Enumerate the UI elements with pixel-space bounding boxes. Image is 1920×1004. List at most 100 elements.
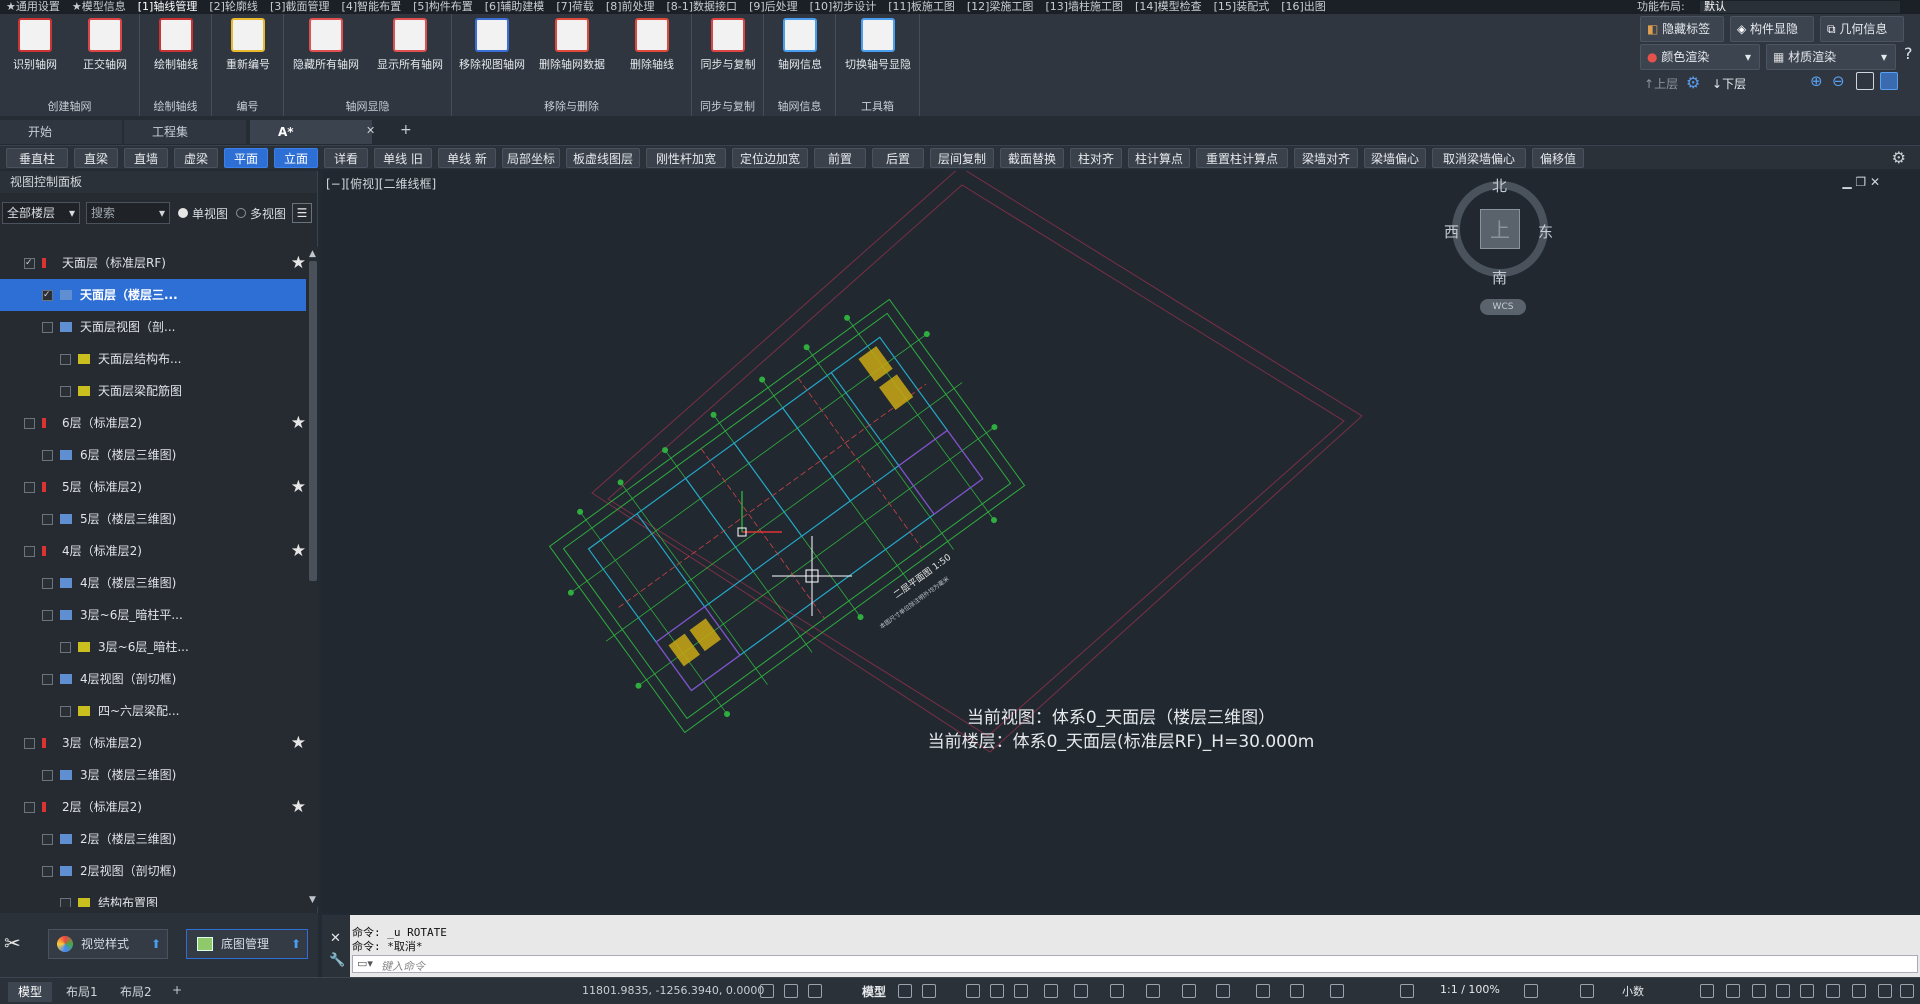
tree-item[interactable]: 6层（楼层三维图) [0, 439, 306, 471]
status-toggle-icon[interactable] [1044, 984, 1058, 998]
settings-gear-icon[interactable]: ⚙ [1686, 73, 1706, 93]
compass-west[interactable]: 西 [1444, 221, 1459, 242]
base-map-button[interactable]: 底图管理 ⬆ [186, 929, 308, 959]
toolbar-button[interactable]: 梁墙对齐 [1294, 148, 1358, 168]
tree-checkbox[interactable] [42, 450, 53, 461]
tree-item[interactable]: 5层（标准层2) ★ [0, 471, 306, 503]
zoom-out-icon[interactable]: ⊖ [1832, 72, 1850, 90]
tree-checkbox[interactable] [42, 866, 53, 877]
toolbar-button[interactable]: 垂直柱 [6, 148, 68, 168]
menu-item[interactable]: [4]智能布置 [336, 0, 408, 14]
menu-item[interactable]: [1]轴线管理 [132, 0, 204, 14]
toolbar-button[interactable]: 详看 [324, 148, 368, 168]
toolbar-button[interactable]: 层间复制 [930, 148, 994, 168]
wcs-button[interactable]: WCS [1480, 299, 1526, 315]
star-icon[interactable]: ★ [291, 791, 306, 823]
tree-checkbox[interactable] [24, 418, 35, 429]
tree-checkbox[interactable] [24, 546, 35, 557]
tree-item[interactable]: 天面层梁配筋图 [0, 375, 306, 407]
toolbar-button[interactable]: 板虚线图层 [566, 148, 640, 168]
upper-floor-button[interactable]: ↑上层 [1644, 74, 1684, 94]
tree-item[interactable]: 天面层视图（剖... [0, 311, 306, 343]
tree-item[interactable]: ✓ 天面层（标准层RF) ★ [0, 247, 306, 279]
menu-item[interactable]: ★模型信息 [66, 0, 132, 14]
status-toggle-icon[interactable] [1290, 984, 1304, 998]
status-toggle-icon[interactable] [1900, 984, 1914, 998]
ribbon-button[interactable]: 绘制轴线 [140, 18, 212, 72]
compass-south[interactable]: 南 [1492, 267, 1507, 288]
toolbar-button[interactable]: 偏移值 [1532, 148, 1584, 168]
status-toggle-icon[interactable] [1182, 984, 1196, 998]
tree-item[interactable]: 4层视图（剖切框) [0, 663, 306, 695]
status-toggle-icon[interactable] [1700, 984, 1714, 998]
hide-label-button[interactable]: ◧ 隐藏标签 [1640, 16, 1724, 42]
toolbar-button[interactable]: 前置 [814, 148, 866, 168]
tree-checkbox[interactable] [24, 802, 35, 813]
tree-item[interactable]: 2层（标准层2) ★ [0, 791, 306, 823]
status-toggle-icon[interactable] [1800, 984, 1814, 998]
annotation-scale[interactable]: 1:1 / 100% [1440, 983, 1500, 996]
compass-north[interactable]: 北 [1492, 175, 1507, 196]
star-icon[interactable]: ★ [291, 471, 306, 503]
add-tab-icon[interactable]: + [400, 122, 412, 138]
tree-item[interactable]: 结构布置图 [0, 887, 306, 907]
toolbar-button[interactable]: 定位边加宽 [732, 148, 808, 168]
ribbon-button[interactable]: 轴网信息 [764, 18, 836, 72]
document-tab[interactable]: 开始 [0, 120, 122, 144]
ribbon-button[interactable]: 删除轴网数据 [532, 18, 612, 72]
status-toggle-icon[interactable] [1726, 984, 1740, 998]
menu-item[interactable]: [9]后处理 [743, 0, 804, 14]
color-render-dropdown[interactable]: ● 颜色渲染 ▾ [1640, 44, 1760, 70]
view-cube-top[interactable]: 上 [1480, 209, 1520, 249]
ribbon-button[interactable]: 显示所有轴网 [368, 18, 452, 72]
menu-item[interactable]: [11]板施工图 [882, 0, 961, 14]
tree-checkbox[interactable] [60, 706, 71, 717]
status-toggle-icon[interactable] [760, 984, 774, 998]
status-toggle-icon[interactable] [1852, 984, 1866, 998]
component-visibility-button[interactable]: ◈ 构件显隐 [1730, 16, 1814, 42]
toolbar-settings-icon[interactable]: ⚙ [1892, 148, 1906, 167]
tree-checkbox[interactable] [42, 514, 53, 525]
status-toggle-icon[interactable] [1146, 984, 1160, 998]
toolbar-button[interactable]: 截面替换 [1000, 148, 1064, 168]
tree-checkbox[interactable] [24, 738, 35, 749]
tree-item[interactable]: 3层（楼层三维图) [0, 759, 306, 791]
tree-item[interactable]: 2层视图（剖切框) [0, 855, 306, 887]
ribbon-button[interactable]: 同步与复制 [692, 18, 764, 72]
layout-tab[interactable]: 模型 [8, 982, 53, 1002]
tree-checkbox[interactable] [42, 578, 53, 589]
tree-checkbox[interactable]: ✓ [42, 290, 53, 301]
toolbar-button[interactable]: 单线 新 [438, 148, 496, 168]
tree-checkbox[interactable] [60, 386, 71, 397]
drawing-viewport[interactable]: [−][俯视][二维线框] ▁ ❐ ✕ 二层平面图 1:50 本图尺寸单位除注明… [322, 171, 1920, 913]
tree-item[interactable]: 2层（楼层三维图) [0, 823, 306, 855]
tree-checkbox[interactable] [42, 674, 53, 685]
menu-item[interactable]: [14]模型检查 [1129, 0, 1208, 14]
tree-item[interactable]: 4层（楼层三维图) [0, 567, 306, 599]
menu-item[interactable]: [7]荷载 [550, 0, 600, 14]
menu-item[interactable]: [3]截面管理 [264, 0, 336, 14]
status-toggle-icon[interactable] [966, 984, 980, 998]
compass-east[interactable]: 东 [1538, 221, 1553, 242]
tree-item[interactable]: 6层（标准层2) ★ [0, 407, 306, 439]
toolbar-button[interactable]: 单线 旧 [374, 148, 432, 168]
tree-checkbox[interactable] [60, 898, 71, 907]
status-toggle-icon[interactable] [1878, 984, 1892, 998]
tree-checkbox[interactable]: ✓ [24, 258, 35, 269]
status-toggle-icon[interactable] [898, 984, 912, 998]
toolbar-button[interactable]: 梁墙偏心 [1364, 148, 1426, 168]
search-input[interactable]: 搜索 ▾ [86, 202, 170, 224]
document-tab[interactable]: 工程集 [124, 120, 246, 144]
ribbon-button[interactable]: 识别轴网 [0, 18, 70, 72]
visual-style-button[interactable]: 视觉样式 ⬆ [48, 929, 168, 959]
star-icon[interactable]: ★ [291, 727, 306, 759]
units-select[interactable]: 小数 [1622, 983, 1644, 999]
menu-item[interactable]: [13]墙柱施工图 [1039, 0, 1129, 14]
toolbar-button[interactable]: 立面 [274, 148, 318, 168]
status-toggle-icon[interactable] [1826, 984, 1840, 998]
close-icon[interactable]: ✕ [330, 931, 341, 946]
toolbar-button[interactable]: 虚梁 [174, 148, 218, 168]
tree-item[interactable]: 3层~6层_暗柱... [0, 631, 306, 663]
view-frame-icon[interactable] [1856, 72, 1874, 90]
status-toggle-icon[interactable] [922, 984, 936, 998]
